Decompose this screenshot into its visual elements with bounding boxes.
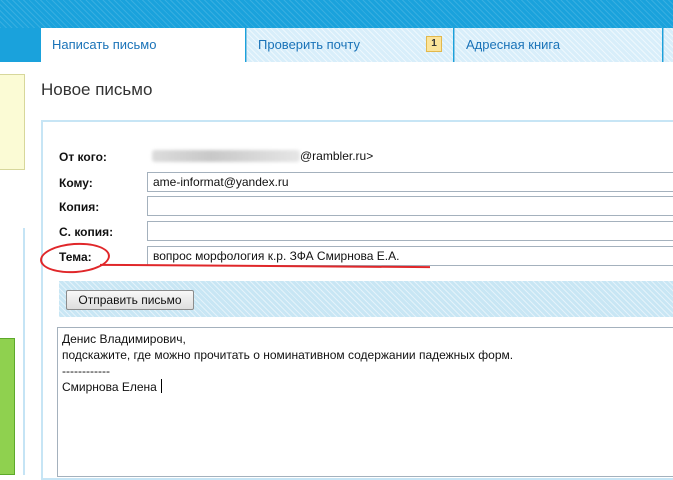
bcc-label: С. копия: — [59, 225, 114, 239]
tab-compose[interactable]: Написать письмо — [41, 28, 245, 62]
tab-address-book[interactable]: Адресная книга — [454, 28, 662, 62]
message-line: Денис Владимирович, — [62, 332, 186, 346]
left-promo-panel — [0, 74, 25, 170]
bcc-field[interactable] — [147, 221, 673, 241]
text-cursor — [160, 379, 162, 393]
send-button[interactable]: Отправить письмо — [66, 290, 194, 310]
message-line-last: Смирнова Елена — [62, 379, 673, 395]
left-green-panel — [0, 338, 15, 475]
top-banner — [0, 0, 673, 28]
signature-text: Смирнова Елена — [62, 380, 157, 394]
tab-bar: Написать письмо Проверить почту 1 Адресн… — [0, 28, 673, 62]
subject-field[interactable] — [147, 246, 673, 266]
sender-address-blurred — [152, 150, 300, 162]
tab-check-mail[interactable]: Проверить почту 1 — [246, 28, 453, 62]
from-label: От кого: — [59, 150, 107, 164]
left-divider — [23, 228, 25, 475]
message-body[interactable]: Денис Владимирович, подскажите, где можн… — [57, 327, 673, 477]
to-label: Кому: — [59, 176, 93, 190]
tab-address-book-label: Адресная книга — [466, 37, 561, 52]
unread-count-badge: 1 — [426, 36, 442, 52]
message-line: подскажите, где можно прочитать о номина… — [62, 348, 514, 362]
tab-overflow[interactable] — [663, 28, 673, 62]
page-title: Новое письмо — [41, 80, 153, 99]
cc-label: Копия: — [59, 200, 100, 214]
sender-domain: @rambler.ru> — [300, 149, 374, 163]
tab-check-mail-label: Проверить почту — [258, 37, 360, 52]
cc-field[interactable] — [147, 196, 673, 216]
tab-compose-label: Написать письмо — [52, 37, 157, 52]
message-line: ------------ — [62, 364, 110, 378]
to-field[interactable] — [147, 172, 673, 192]
